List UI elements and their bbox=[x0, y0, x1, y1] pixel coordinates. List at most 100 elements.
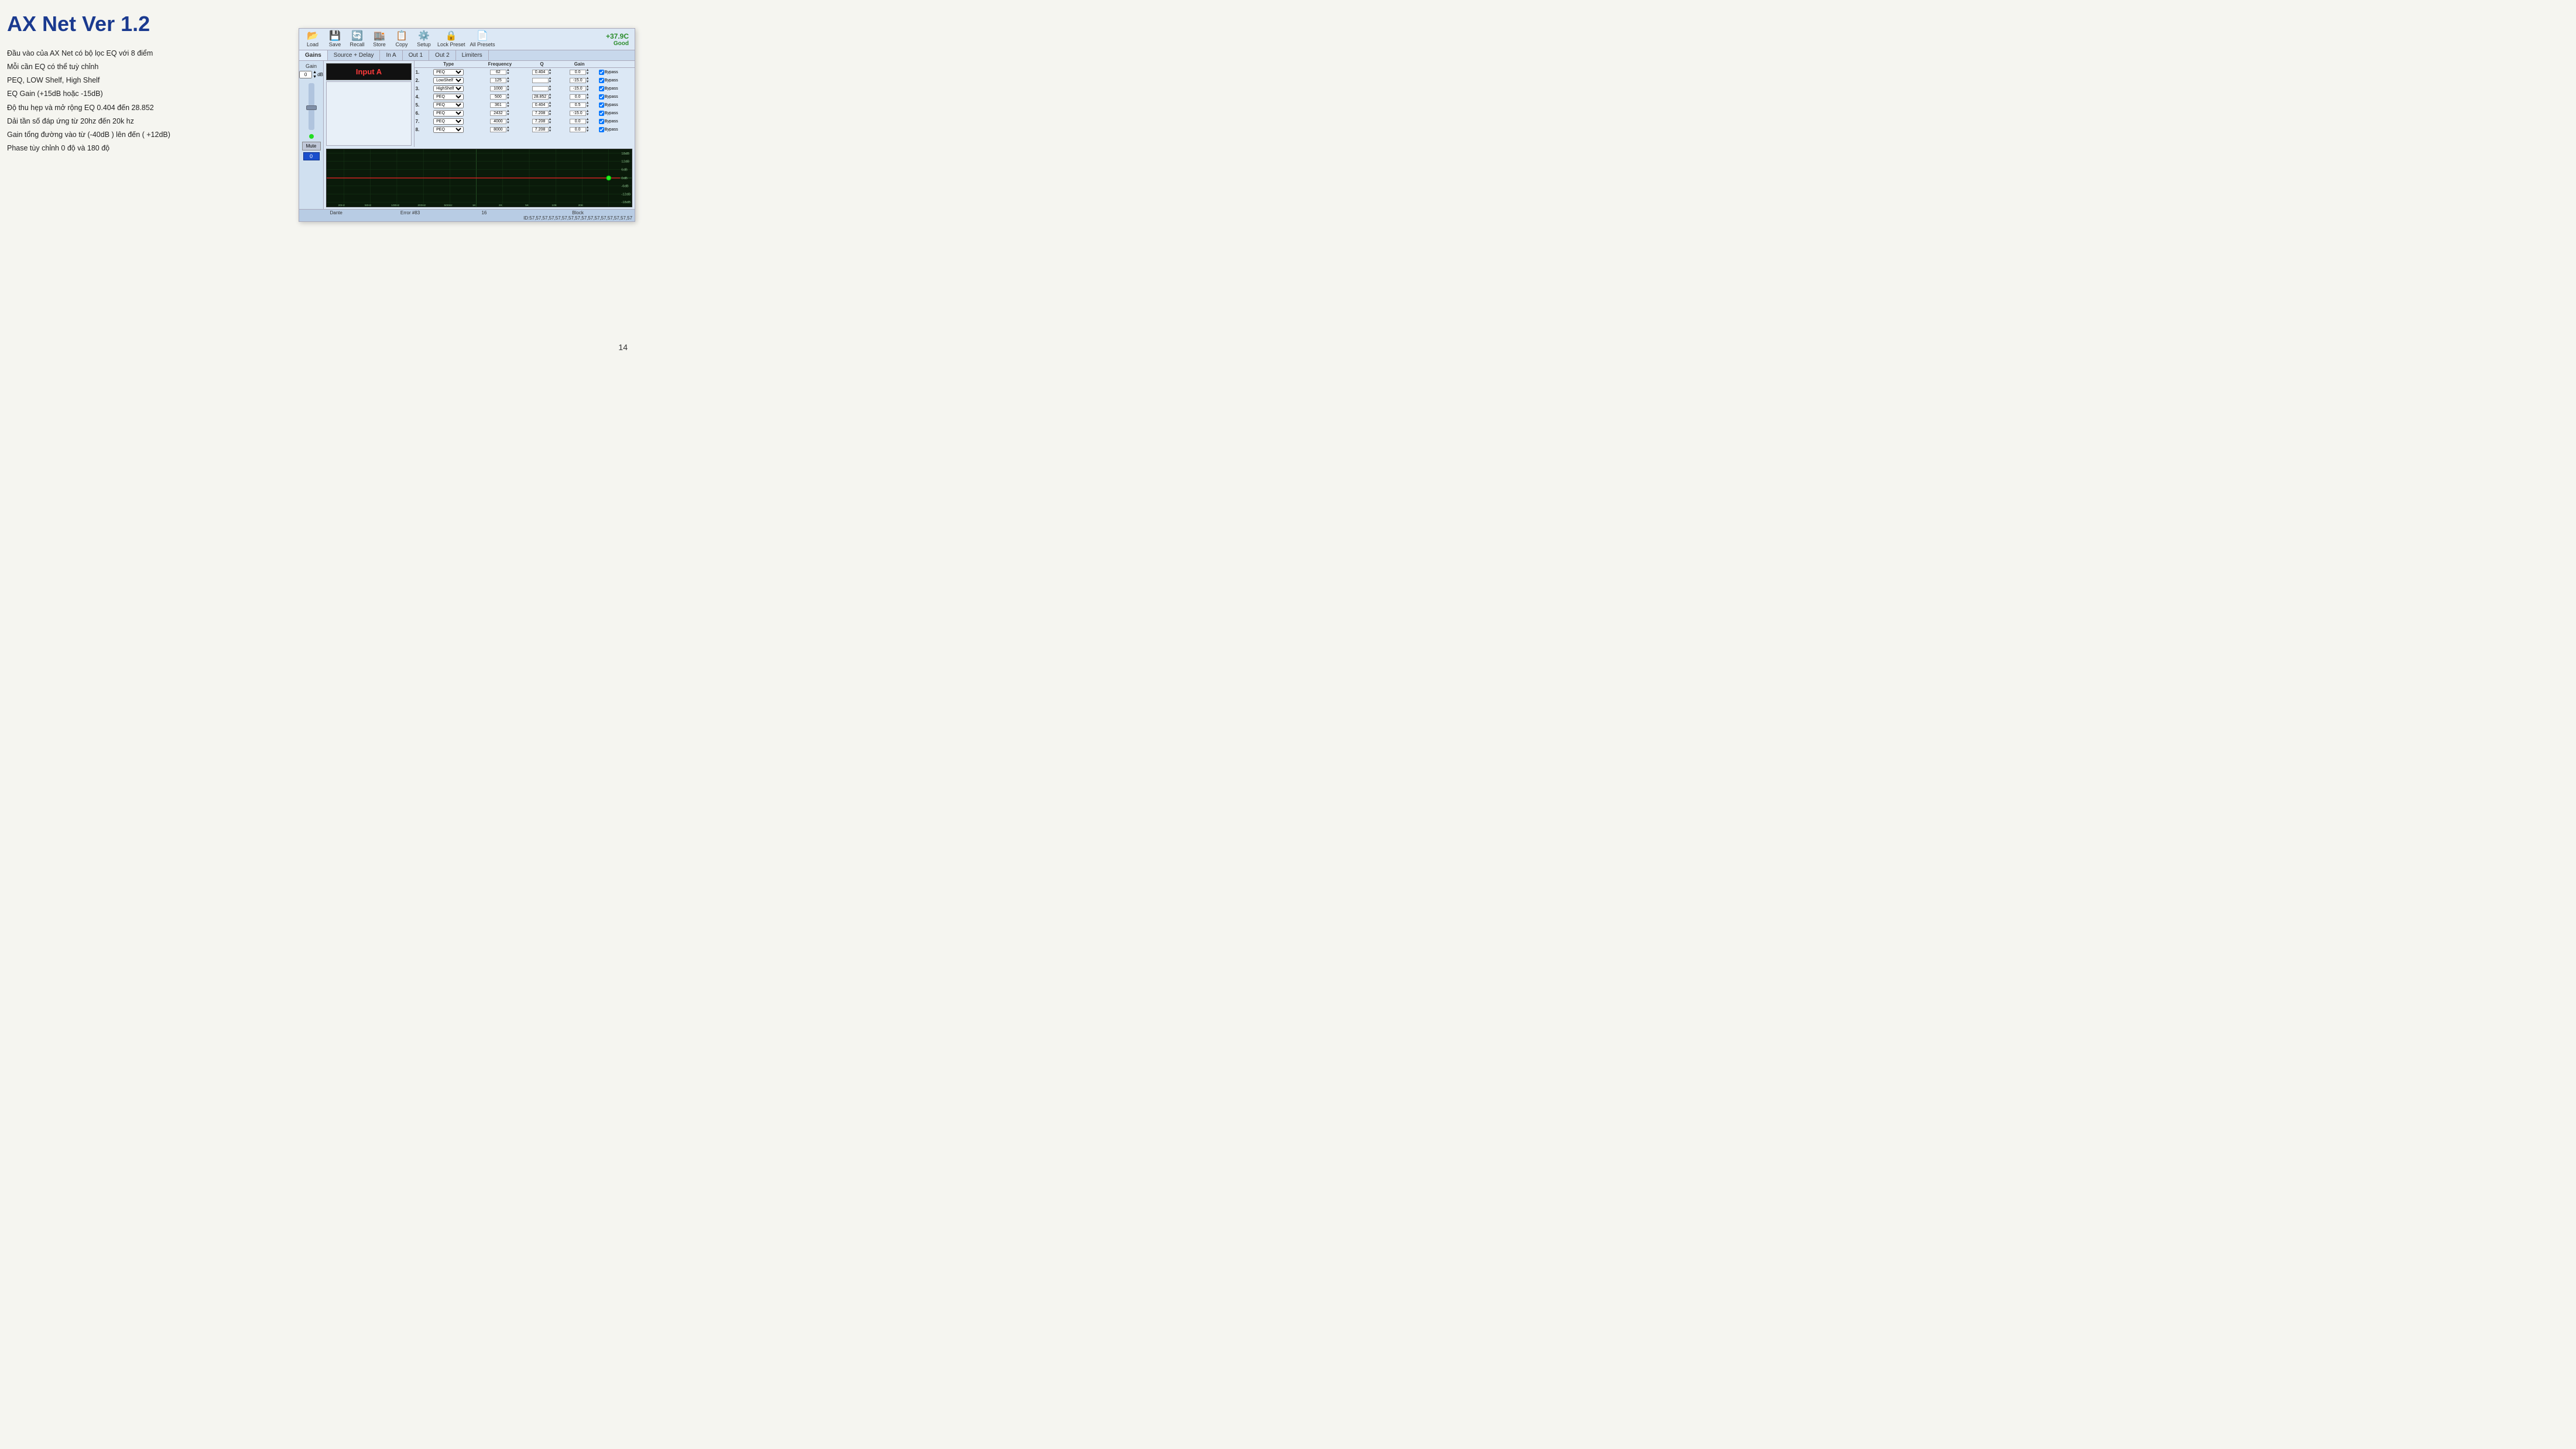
mute-button[interactable]: Mute bbox=[302, 142, 321, 150]
save-icon: 💾 bbox=[329, 32, 341, 41]
desc-line-1: Đầu vào của AX Net có bộ lọc EQ với 8 đi… bbox=[7, 47, 229, 60]
temperature-display: +37.9C bbox=[606, 32, 629, 40]
eq-table-row: 7.PEQLowShelfHighShelf▲▼▲▼▲▼Bypass bbox=[415, 117, 635, 125]
eq-type-8[interactable]: PEQLowShelfHighShelf bbox=[420, 125, 477, 133]
description-list: Đầu vào của AX Net có bộ lọc EQ với 8 đi… bbox=[7, 47, 229, 155]
eq-q-4[interactable]: ▲▼ bbox=[523, 93, 560, 101]
eq-type-3[interactable]: PEQLowShelfHighShelf bbox=[420, 84, 477, 93]
eq-type-6[interactable]: PEQLowShelfHighShelf bbox=[420, 109, 477, 117]
eq-freq-3[interactable]: ▲▼ bbox=[477, 84, 523, 93]
eq-row-num-8: 8. bbox=[415, 125, 420, 133]
eq-type-1[interactable]: PEQLowShelfHighShelf bbox=[420, 68, 477, 77]
eq-row-num-4: 4. bbox=[415, 93, 420, 101]
eq-bypass-4[interactable]: Bypass bbox=[598, 93, 635, 101]
tab-gains[interactable]: Gains bbox=[299, 50, 328, 60]
eq-freq-4[interactable]: ▲▼ bbox=[477, 93, 523, 101]
phase-button[interactable]: 0 bbox=[303, 152, 320, 160]
eq-type-7[interactable]: PEQLowShelfHighShelf bbox=[420, 117, 477, 125]
gain-label: Gain bbox=[306, 63, 317, 69]
eq-display-left: Input A bbox=[324, 61, 415, 147]
eq-bypass-8[interactable]: Bypass bbox=[598, 125, 635, 133]
eq-q-1[interactable]: ▲▼ bbox=[523, 68, 560, 77]
eq-row-num-7: 7. bbox=[415, 117, 420, 125]
svg-text:12dB: 12dB bbox=[621, 160, 629, 164]
eq-freq-7[interactable]: ▲▼ bbox=[477, 117, 523, 125]
eq-gain-2[interactable]: ▲▼ bbox=[561, 76, 598, 84]
eq-type-4[interactable]: PEQLowShelfHighShelf bbox=[420, 93, 477, 101]
lock-preset-label: Lock Preset bbox=[437, 42, 465, 47]
eq-freq-5[interactable]: ▲▼ bbox=[477, 101, 523, 109]
eq-gain-3[interactable]: ▲▼ bbox=[561, 84, 598, 93]
eq-bypass-3[interactable]: Bypass bbox=[598, 84, 635, 93]
svg-text:5K: 5K bbox=[525, 204, 529, 207]
eq-type-5[interactable]: PEQLowShelfHighShelf bbox=[420, 101, 477, 109]
recall-button[interactable]: 🔄 Recall bbox=[346, 30, 368, 49]
all-presets-button[interactable]: 📄 All Presets bbox=[468, 30, 498, 49]
col-header-freq: Frequency bbox=[477, 61, 523, 68]
eq-q-6[interactable]: ▲▼ bbox=[523, 109, 560, 117]
tab-out1[interactable]: Out 1 bbox=[403, 50, 429, 60]
col-header-type: Type bbox=[420, 61, 477, 68]
load-icon: 📂 bbox=[307, 32, 318, 41]
svg-text:20Hz: 20Hz bbox=[338, 204, 345, 207]
setup-button[interactable]: ⚙️ Setup bbox=[413, 30, 435, 49]
eq-gain-5[interactable]: ▲▼ bbox=[561, 101, 598, 109]
eq-area: Input A Type Frequency Q Gain bbox=[324, 61, 635, 209]
gain-slider-track bbox=[309, 83, 314, 130]
eq-gain-8[interactable]: ▲▼ bbox=[561, 125, 598, 133]
col-header-bypass bbox=[598, 61, 635, 68]
eq-freq-2[interactable]: ▲▼ bbox=[477, 76, 523, 84]
tab-bar: Gains Source + Delay In A Out 1 Out 2 Li… bbox=[299, 50, 635, 61]
store-icon: 🏬 bbox=[374, 32, 385, 41]
eq-bypass-5[interactable]: Bypass bbox=[598, 101, 635, 109]
eq-q-7[interactable]: ▲▼ bbox=[523, 117, 560, 125]
svg-text:200Hz: 200Hz bbox=[417, 204, 426, 207]
eq-q-3[interactable]: ▲▼ bbox=[523, 84, 560, 93]
eq-bypass-7[interactable]: Bypass bbox=[598, 117, 635, 125]
eq-table-row: 8.PEQLowShelfHighShelf▲▼▲▼▲▼Bypass bbox=[415, 125, 635, 133]
eq-freq-1[interactable]: ▲▼ bbox=[477, 68, 523, 77]
eq-q-8[interactable]: ▲▼ bbox=[523, 125, 560, 133]
setup-icon: ⚙️ bbox=[418, 32, 430, 41]
save-button[interactable]: 💾 Save bbox=[324, 30, 346, 49]
eq-table-row: 2.PEQLowShelfHighShelf▲▼▲▼▲▼Bypass bbox=[415, 76, 635, 84]
eq-bypass-2[interactable]: Bypass bbox=[598, 76, 635, 84]
svg-text:100Hz: 100Hz bbox=[391, 204, 400, 207]
col-header-num bbox=[415, 61, 420, 68]
eq-graph: 18dB 12dB 6dB 0dB -6dB -12dB -18dB 20Hz … bbox=[326, 149, 632, 207]
load-button[interactable]: 📂 Load bbox=[302, 30, 324, 49]
eq-bypass-6[interactable]: Bypass bbox=[598, 109, 635, 117]
eq-freq-6[interactable]: ▲▼ bbox=[477, 109, 523, 117]
main-content: Gain ▲ ▼ dB Mute 0 Input A bbox=[299, 61, 635, 209]
store-button[interactable]: 🏬 Store bbox=[368, 30, 390, 49]
eq-gain-7[interactable]: ▲▼ bbox=[561, 117, 598, 125]
gain-up-arrow[interactable]: ▲ bbox=[313, 70, 317, 75]
setup-label: Setup bbox=[417, 42, 431, 47]
eq-params: Type Frequency Q Gain 1.PEQLowShelfHighS… bbox=[415, 61, 635, 147]
desc-line-3: PEQ, LOW Shelf, High Shelf bbox=[7, 74, 229, 87]
eq-gain-4[interactable]: ▲▼ bbox=[561, 93, 598, 101]
eq-graph-svg: 18dB 12dB 6dB 0dB -6dB -12dB -18dB 20Hz … bbox=[327, 149, 632, 207]
eq-q-5[interactable]: ▲▼ bbox=[523, 101, 560, 109]
eq-type-2[interactable]: PEQLowShelfHighShelf bbox=[420, 76, 477, 84]
svg-text:-6dB: -6dB bbox=[621, 185, 629, 189]
gain-db-input[interactable] bbox=[299, 71, 312, 78]
tab-limiters[interactable]: Limiters bbox=[456, 50, 489, 60]
eq-gain-6[interactable]: ▲▼ bbox=[561, 109, 598, 117]
eq-bypass-1[interactable]: Bypass bbox=[598, 68, 635, 77]
gain-down-arrow[interactable]: ▼ bbox=[313, 75, 317, 80]
gain-slider-thumb[interactable] bbox=[306, 105, 317, 110]
eq-q-2[interactable]: ▲▼ bbox=[523, 76, 560, 84]
tab-in-a[interactable]: In A bbox=[380, 50, 402, 60]
eq-row-num-3: 3. bbox=[415, 84, 420, 93]
status-error: Error #83 bbox=[375, 210, 444, 221]
tab-source-delay[interactable]: Source + Delay bbox=[328, 50, 381, 60]
eq-table-row: 3.PEQLowShelfHighShelf▲▼▲▼▲▼Bypass bbox=[415, 84, 635, 93]
eq-freq-8[interactable]: ▲▼ bbox=[477, 125, 523, 133]
eq-gain-1[interactable]: ▲▼ bbox=[561, 68, 598, 77]
left-panel: AX Net Ver 1.2 Đầu vào của AX Net có bộ … bbox=[7, 12, 229, 155]
copy-button[interactable]: 📋 Copy bbox=[390, 30, 413, 49]
lock-preset-button[interactable]: 🔒 Lock Preset bbox=[435, 30, 468, 49]
copy-icon: 📋 bbox=[396, 32, 407, 41]
tab-out2[interactable]: Out 2 bbox=[429, 50, 455, 60]
